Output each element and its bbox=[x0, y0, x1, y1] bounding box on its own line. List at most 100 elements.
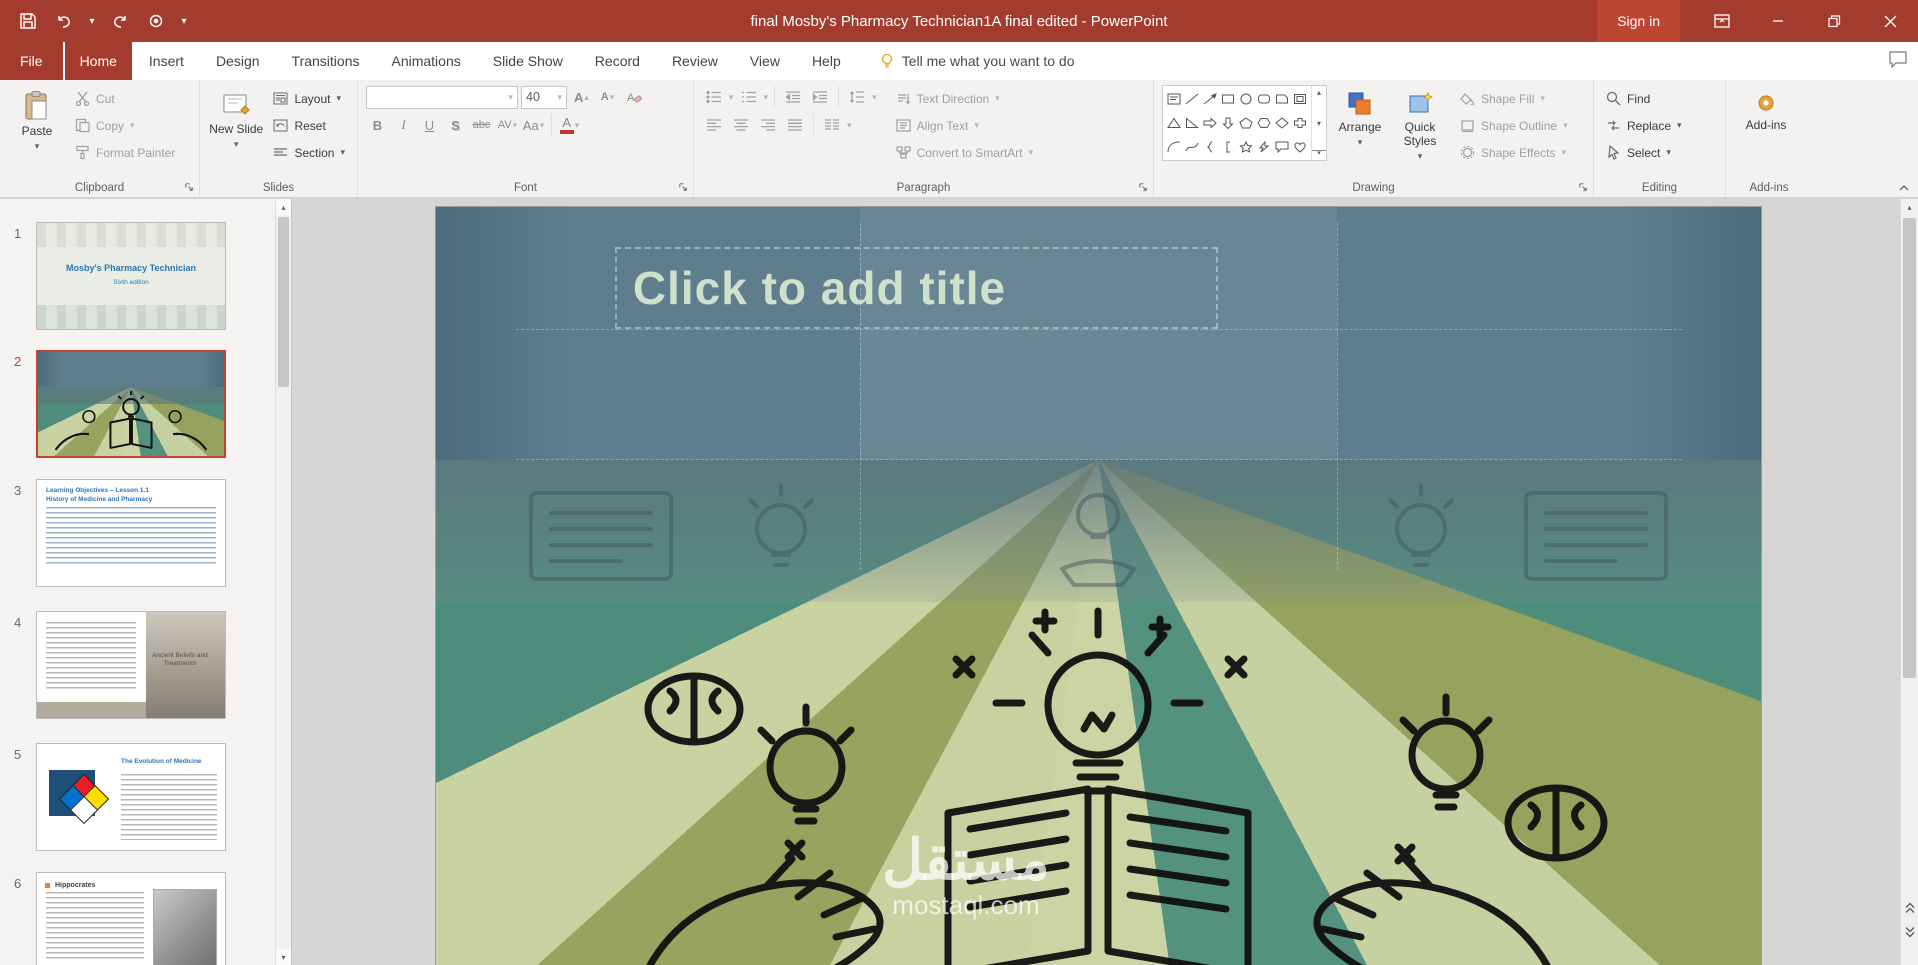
sign-in-button[interactable]: Sign in bbox=[1597, 0, 1680, 42]
arrange-dropdown-icon[interactable]: ▾ bbox=[1358, 137, 1363, 147]
shapes-gallery[interactable]: ▴ ▾ ▾ bbox=[1162, 85, 1327, 161]
reset-button[interactable]: Reset bbox=[269, 112, 349, 139]
thumbnail-canvas[interactable]: Ancient Beliefs and Treatments bbox=[36, 611, 226, 719]
shapes-gallery-scroll[interactable]: ▴ ▾ ▾ bbox=[1311, 86, 1326, 160]
new-slide-button[interactable]: New Slide ▾ bbox=[208, 85, 264, 149]
bullets-dropdown-icon[interactable]: ▾ bbox=[729, 92, 734, 102]
restore-icon[interactable] bbox=[1806, 0, 1862, 42]
replace-dropdown-icon[interactable]: ▾ bbox=[1677, 121, 1682, 130]
shape-effects-dropdown-icon[interactable]: ▾ bbox=[1562, 148, 1567, 157]
copy-dropdown-icon[interactable]: ▾ bbox=[130, 121, 135, 130]
thumbnail-slide-1[interactable]: 1 Mosby's Pharmacy Technician Sixth edit… bbox=[6, 222, 226, 330]
close-icon[interactable] bbox=[1862, 0, 1918, 42]
layout-dropdown-icon[interactable]: ▾ bbox=[336, 94, 341, 103]
decrease-font-size-button[interactable]: A ▾ bbox=[596, 85, 619, 109]
paragraph-dialog-launcher-icon[interactable] bbox=[1138, 182, 1149, 193]
find-button[interactable]: Find bbox=[1602, 85, 1686, 112]
tab-slide-show[interactable]: Slide Show bbox=[478, 42, 578, 80]
layout-button[interactable]: Layout ▾ bbox=[269, 85, 349, 112]
replace-button[interactable]: Replace ▾ bbox=[1602, 112, 1686, 139]
thumbnail-canvas[interactable]: Learning Objectives – Lesson 1.1 History… bbox=[36, 479, 226, 587]
quick-styles-dropdown-icon[interactable]: ▾ bbox=[1418, 151, 1423, 161]
shape-fill-dropdown-icon[interactable]: ▾ bbox=[1540, 94, 1545, 103]
font-size-combo[interactable]: 40 ▾ bbox=[521, 85, 567, 109]
shape-fill-button[interactable]: Shape Fill ▾ bbox=[1456, 85, 1572, 112]
undo-dropdown-icon[interactable]: ▾ bbox=[84, 16, 100, 27]
thumbnail-canvas[interactable]: Hippocrates bbox=[36, 872, 226, 965]
columns-button[interactable] bbox=[820, 113, 844, 137]
line-spacing-button[interactable] bbox=[845, 85, 869, 109]
thumbnail-slide-3[interactable]: 3 Learning Objectives – Lesson 1.1 Histo… bbox=[6, 479, 226, 587]
thumbnail-canvas[interactable]: The Evolution of Medicine bbox=[36, 743, 226, 851]
tab-insert[interactable]: Insert bbox=[134, 42, 199, 80]
strikethrough-button[interactable]: abc bbox=[470, 113, 493, 137]
align-right-button[interactable] bbox=[756, 113, 780, 137]
increase-font-size-button[interactable]: A ▴ bbox=[570, 85, 593, 109]
align-center-button[interactable] bbox=[729, 113, 753, 137]
scrollbar-thumb[interactable] bbox=[1903, 218, 1916, 678]
thumbnail-canvas[interactable] bbox=[36, 350, 226, 458]
font-name-combo[interactable]: ▾ bbox=[366, 85, 518, 109]
thumb-scroll-down-icon[interactable]: ▾ bbox=[276, 949, 291, 965]
thumbnail-slide-5[interactable]: 5 The Evolution of Medicine bbox=[6, 743, 226, 851]
increase-indent-button[interactable] bbox=[808, 85, 832, 109]
convert-to-smartart-button[interactable]: Convert to SmartArt ▾ bbox=[892, 139, 1038, 166]
tab-help[interactable]: Help bbox=[797, 42, 856, 80]
slide-editing-surface[interactable]: Click to add title مستقل mostaql.com bbox=[436, 207, 1761, 965]
change-case-button[interactable]: Aa ▾ bbox=[522, 113, 545, 137]
customize-qat-icon[interactable]: ▾ bbox=[176, 16, 192, 27]
touch-mouse-mode-icon[interactable] bbox=[140, 6, 172, 36]
undo-icon[interactable] bbox=[48, 6, 80, 36]
font-dialog-launcher-icon[interactable] bbox=[678, 182, 689, 193]
collapse-ribbon-icon[interactable] bbox=[1898, 183, 1910, 193]
quick-styles-button[interactable]: Quick Styles ▾ bbox=[1393, 85, 1447, 161]
align-text-button[interactable]: Align Text ▾ bbox=[892, 112, 1038, 139]
select-dropdown-icon[interactable]: ▾ bbox=[1666, 148, 1671, 157]
font-size-dropdown-icon[interactable]: ▾ bbox=[557, 92, 562, 102]
shapes-scroll-down-icon[interactable]: ▾ bbox=[1317, 119, 1321, 128]
thumbnail-scrollbar[interactable]: ▴ ▾ bbox=[275, 199, 291, 965]
clear-formatting-button[interactable]: A bbox=[622, 85, 645, 109]
font-name-dropdown-icon[interactable]: ▾ bbox=[508, 92, 513, 102]
paste-button[interactable]: Paste ▾ bbox=[8, 85, 66, 151]
paste-dropdown-icon[interactable]: ▾ bbox=[35, 141, 40, 151]
ribbon-display-options-icon[interactable] bbox=[1694, 0, 1750, 42]
italic-button[interactable]: I bbox=[392, 113, 415, 137]
bold-button[interactable]: B bbox=[366, 113, 389, 137]
save-icon[interactable] bbox=[12, 6, 44, 36]
text-shadow-button[interactable]: S bbox=[444, 113, 467, 137]
tab-review[interactable]: Review bbox=[657, 42, 733, 80]
redo-icon[interactable] bbox=[104, 6, 136, 36]
thumbnail-canvas[interactable]: Mosby's Pharmacy Technician Sixth editio… bbox=[36, 222, 226, 330]
smartart-dropdown-icon[interactable]: ▾ bbox=[1029, 148, 1034, 157]
drawing-dialog-launcher-icon[interactable] bbox=[1578, 182, 1589, 193]
character-spacing-button[interactable]: AV ▾ bbox=[496, 113, 519, 137]
feedback-comment-icon[interactable] bbox=[1888, 50, 1908, 68]
thumb-scroll-up-icon[interactable]: ▴ bbox=[276, 199, 291, 215]
line-spacing-dropdown-icon[interactable]: ▾ bbox=[872, 92, 877, 102]
tab-transitions[interactable]: Transitions bbox=[277, 42, 375, 80]
text-direction-button[interactable]: Text Direction ▾ bbox=[892, 85, 1038, 112]
clipboard-dialog-launcher-icon[interactable] bbox=[184, 182, 195, 193]
tab-design[interactable]: Design bbox=[201, 42, 275, 80]
tab-record[interactable]: Record bbox=[580, 42, 655, 80]
tab-view[interactable]: View bbox=[735, 42, 795, 80]
new-slide-dropdown-icon[interactable]: ▾ bbox=[234, 139, 239, 149]
numbering-dropdown-icon[interactable]: ▾ bbox=[764, 92, 769, 102]
bullets-button[interactable] bbox=[702, 85, 726, 109]
select-button[interactable]: Select ▾ bbox=[1602, 139, 1686, 166]
underline-button[interactable]: U bbox=[418, 113, 441, 137]
shapes-more-icon[interactable]: ▾ bbox=[1312, 150, 1326, 158]
copy-button[interactable]: Copy ▾ bbox=[71, 112, 179, 139]
tell-me-box[interactable]: Tell me what you want to do bbox=[866, 42, 1089, 80]
minimize-icon[interactable] bbox=[1750, 0, 1806, 42]
tab-home[interactable]: Home bbox=[64, 42, 132, 80]
shapes-scroll-up-icon[interactable]: ▴ bbox=[1317, 88, 1321, 97]
align-left-button[interactable] bbox=[702, 113, 726, 137]
arrange-button[interactable]: Arrange ▾ bbox=[1332, 85, 1388, 147]
font-color-button[interactable]: A ▾ bbox=[558, 113, 581, 137]
thumbnail-slide-2-selected[interactable]: 2 bbox=[6, 350, 226, 458]
tab-file[interactable]: File bbox=[0, 42, 63, 80]
section-button[interactable]: Section ▾ bbox=[269, 139, 349, 166]
cut-button[interactable]: Cut bbox=[71, 85, 179, 112]
